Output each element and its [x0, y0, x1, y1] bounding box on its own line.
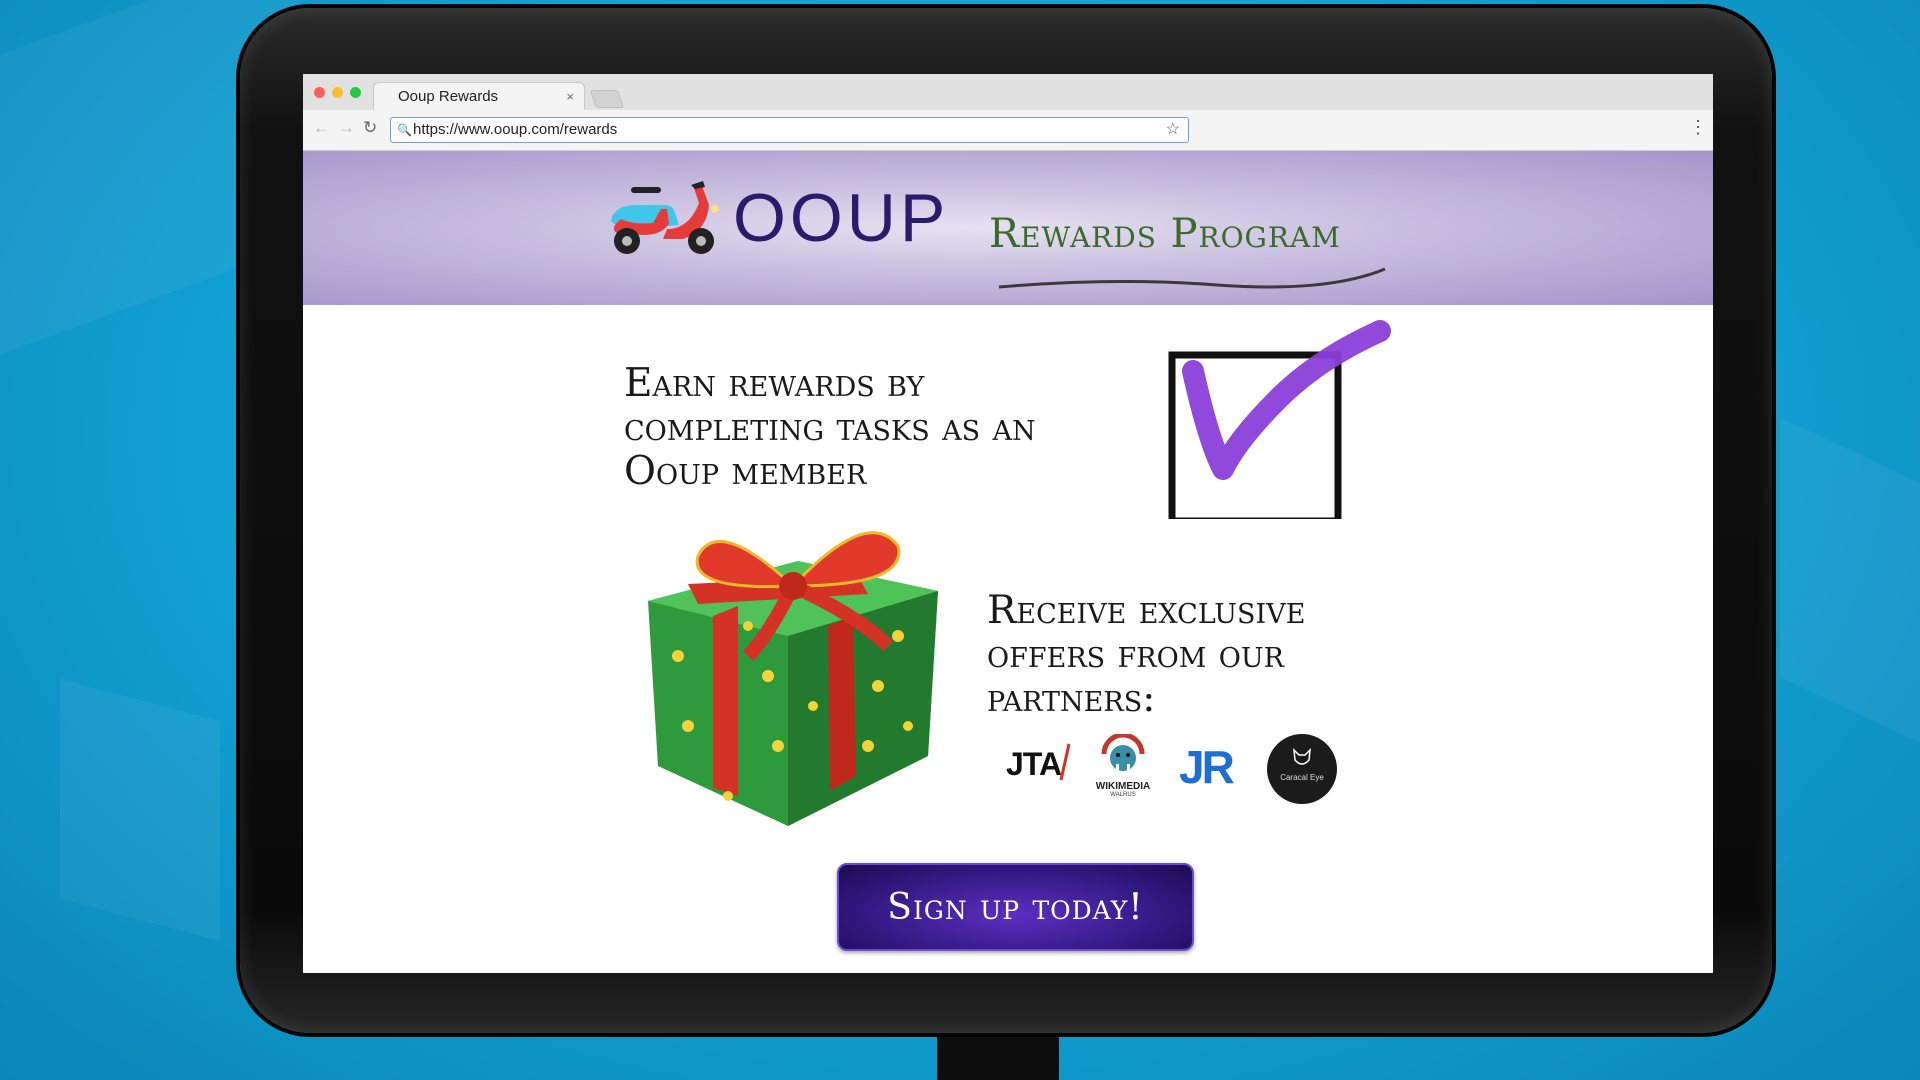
jta-logo-text: JTA [1006, 746, 1062, 782]
tab-bar: Ooup Rewards × [303, 74, 1713, 111]
walrus-icon [1101, 732, 1145, 776]
search-icon: 🔍 [397, 123, 412, 137]
bookmark-star-icon[interactable]: ☆ [1166, 118, 1180, 142]
rewards-program-title: Rewards Program [989, 211, 1341, 257]
earn-rewards-text: Earn rewards by completing tasks as an O… [624, 362, 1036, 494]
browser-menu-icon[interactable]: ⋮ [1689, 117, 1707, 138]
gift-box-icon [648, 531, 938, 826]
title-underline-swoosh [998, 267, 1386, 289]
receive-offers-text: Receive exclusive offers from our partne… [987, 589, 1305, 721]
browser-window: Ooup Rewards × ← → ↻ 🔍 https://www.ooup.… [303, 74, 1713, 973]
background-facet [1780, 417, 1920, 743]
back-arrow-icon[interactable]: ← [313, 118, 330, 138]
close-window-dot[interactable] [314, 87, 325, 98]
url-input[interactable]: 🔍 https://www.ooup.com/rewards ☆ [390, 117, 1189, 143]
background-facet [60, 678, 220, 942]
tab-close-icon[interactable]: × [566, 83, 574, 111]
earn-line: Ooup member [624, 449, 867, 494]
jta-accent-icon [1059, 743, 1071, 781]
forward-arrow-icon[interactable]: → [338, 118, 355, 138]
jr-logo-text: JR [1179, 741, 1235, 793]
earn-line: Earn rewards by [624, 361, 925, 406]
tab-title: Ooup Rewards [398, 88, 499, 105]
caracal-eye-logo: Caracal Eye [1267, 734, 1337, 804]
jr-logo: JR [1179, 740, 1235, 794]
brand-name: OOUP [733, 180, 950, 256]
reload-icon[interactable]: ↻ [363, 118, 377, 138]
maximize-window-dot[interactable] [350, 87, 361, 98]
sign-up-button[interactable]: Sign up today! [837, 863, 1194, 951]
cat-head-icon [1293, 747, 1311, 765]
url-text: https://www.ooup.com/rewards [413, 121, 618, 138]
new-tab-button[interactable] [589, 90, 625, 108]
wikimedia-walrus-logo: WIKIMEDIA WALRUS [1091, 732, 1155, 798]
address-bar: ← → ↻ 🔍 https://www.ooup.com/rewards ☆ ⋮ [303, 110, 1713, 151]
receive-line: Receive exclusive [987, 588, 1306, 633]
receive-line: offers from our [987, 632, 1284, 677]
checkbox-check-icon [1168, 320, 1391, 519]
jta-logo: JTA [1006, 746, 1062, 783]
tab-ooup-rewards[interactable]: Ooup Rewards × [373, 82, 585, 111]
wikimedia-logo-text: WIKIMEDIA [1095, 781, 1151, 792]
earn-line: completing tasks as an [624, 405, 1036, 450]
caracal-eye-text: Caracal Eye [1280, 773, 1324, 782]
minimize-window-dot[interactable] [332, 87, 343, 98]
site-header: OOUP Rewards Program [303, 151, 1713, 305]
scooter-icon [611, 181, 719, 254]
receive-line: partners: [987, 676, 1156, 721]
walrus-logo-subtext: WALRUS [1110, 792, 1136, 798]
